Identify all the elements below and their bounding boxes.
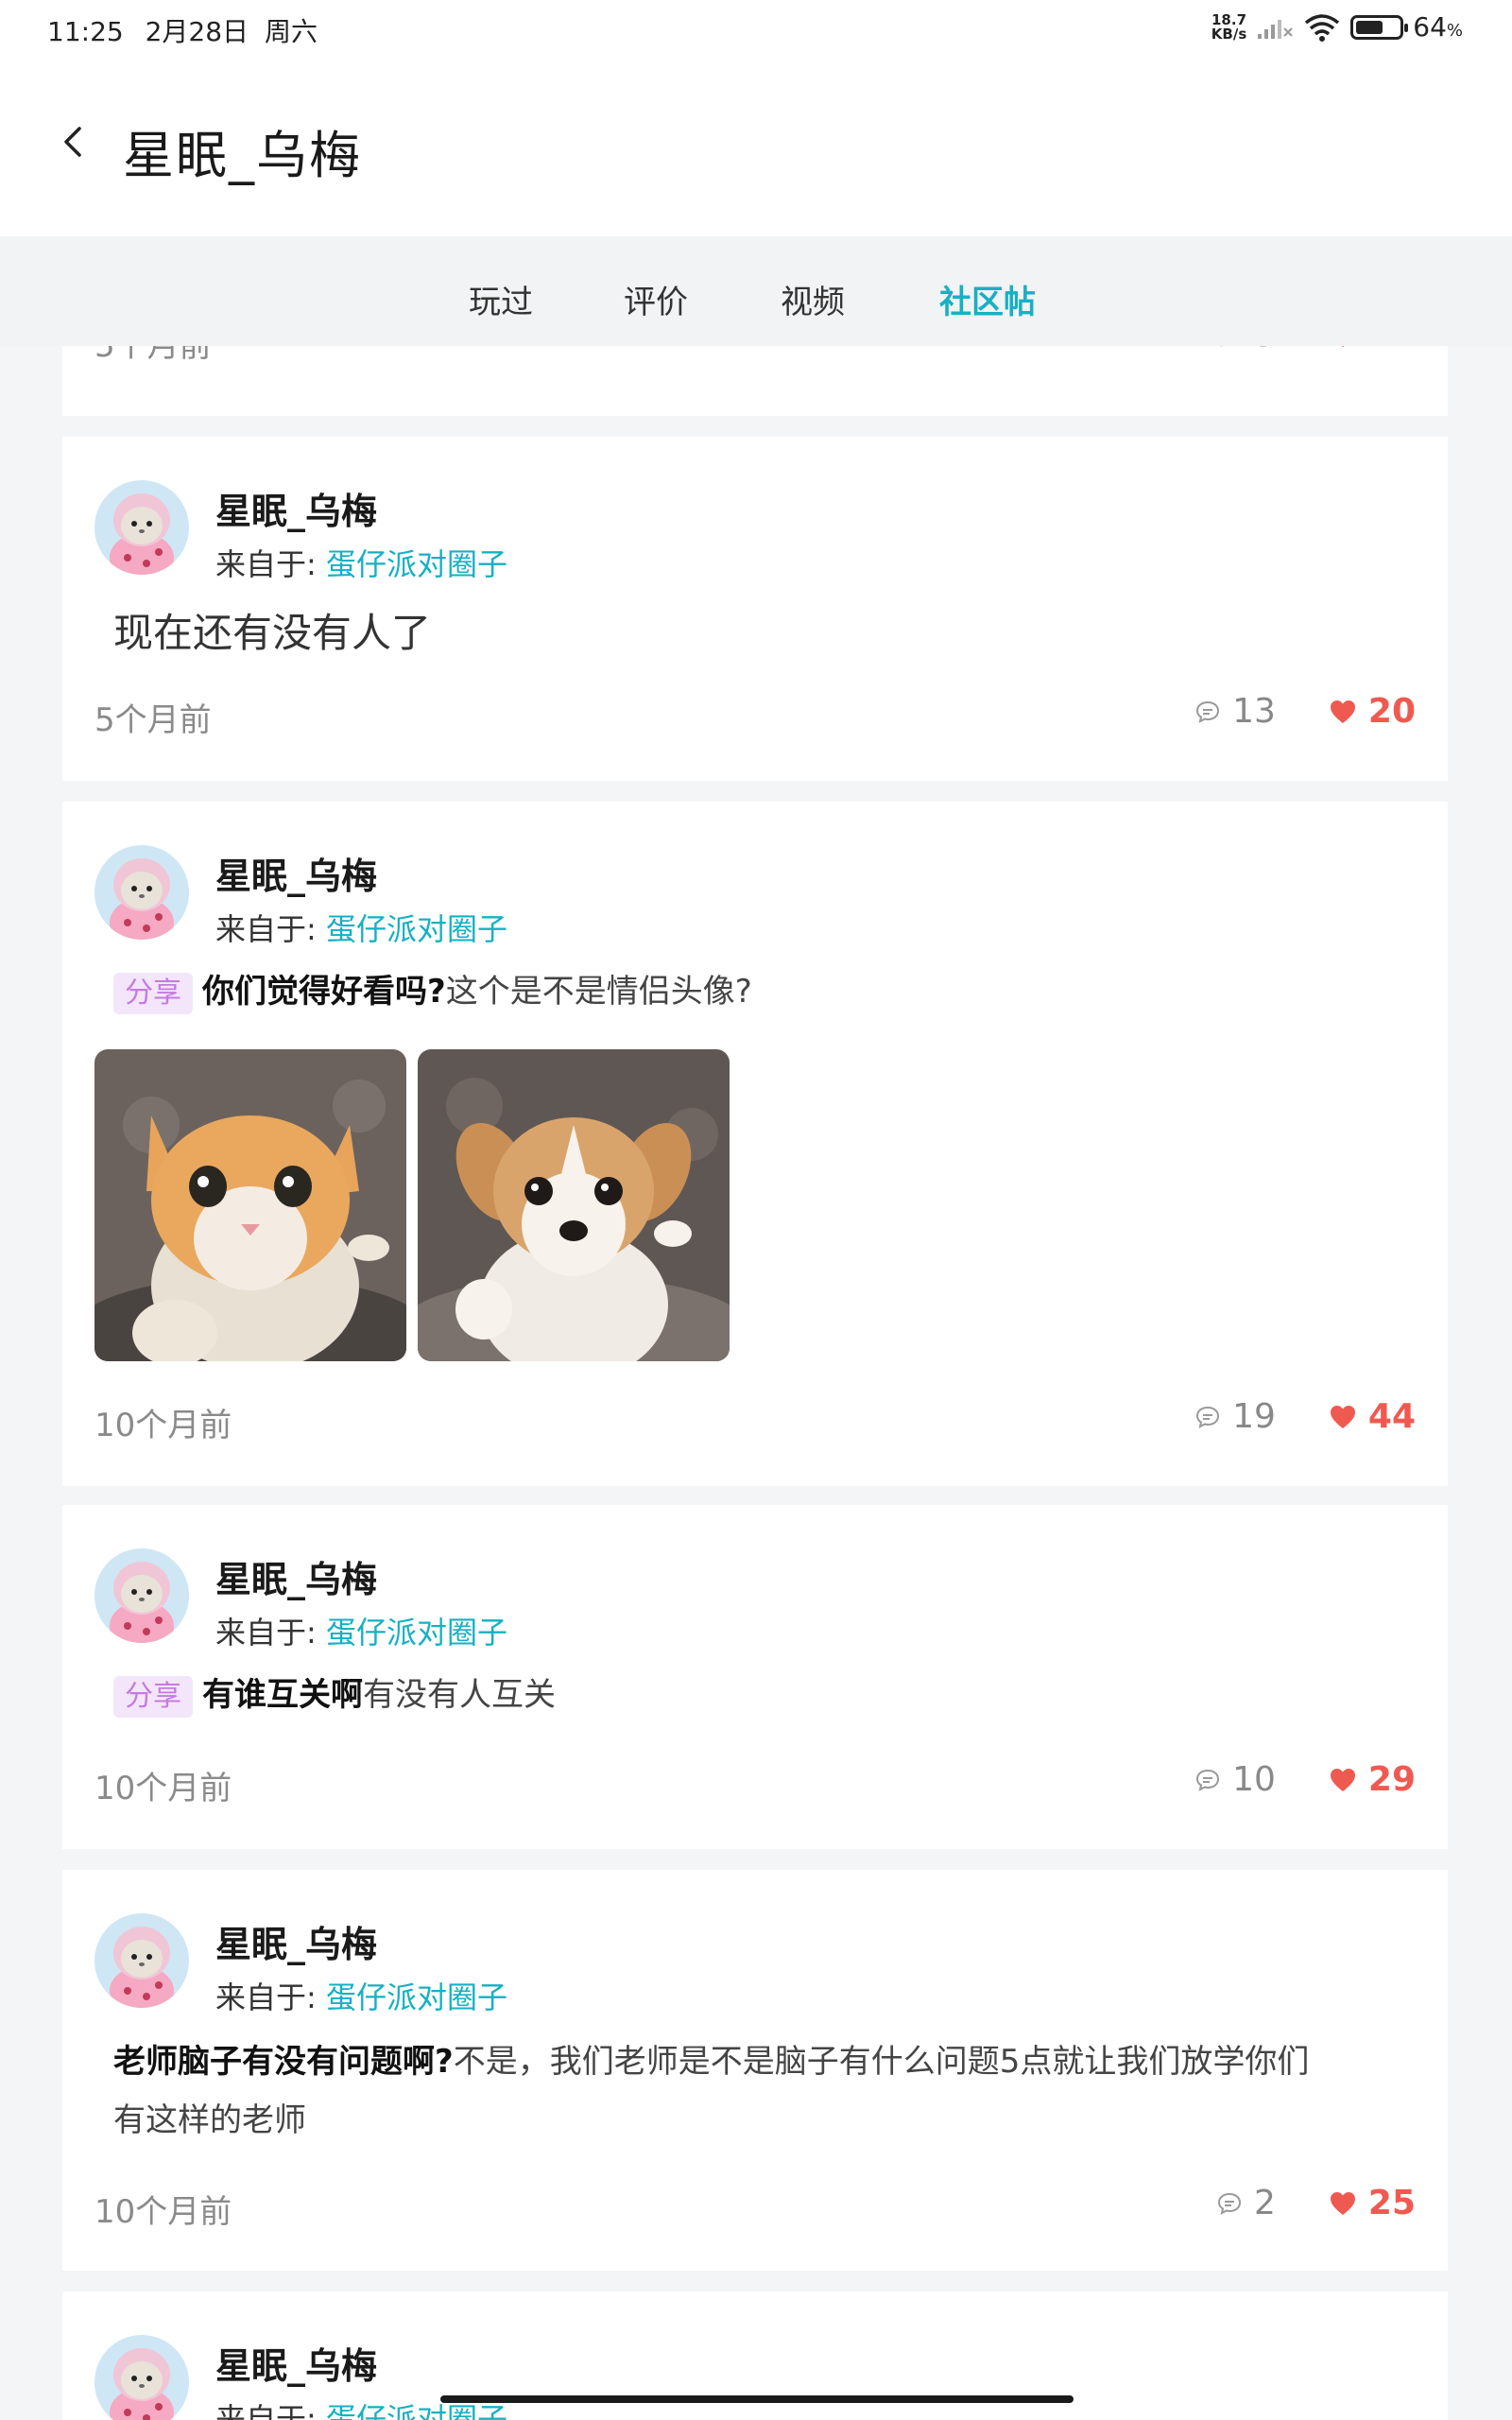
heart-icon: [1330, 1768, 1355, 1791]
like-count[interactable]: 20: [1329, 692, 1416, 731]
like-count[interactable]: 44: [1329, 1397, 1416, 1436]
author-name[interactable]: 星眠_乌梅: [215, 1915, 377, 1967]
app-header: 星眠_乌梅: [0, 59, 1512, 236]
like-count[interactable]: 29: [1329, 1760, 1416, 1799]
tab-reviews[interactable]: 评价: [624, 276, 688, 322]
status-bar: 11:25 2月28日 周六 18.7 KB/s 64%: [0, 0, 1512, 59]
post-title: 你们觉得好看吗?: [202, 973, 446, 1011]
page-title: 星眠_乌梅: [123, 126, 362, 185]
share-tag: 分享: [113, 973, 193, 1014]
post-stats: 19 44: [1194, 1397, 1416, 1436]
heart-icon: [1330, 1405, 1355, 1428]
tab-videos[interactable]: 视频: [781, 276, 845, 322]
chevron-left-icon: [64, 127, 81, 157]
post-text: 老师脑子有没有问题啊?不是，我们老师是不是脑子有什么问题5点就让我们放学你们 有…: [113, 2032, 1418, 2150]
like-count[interactable]: 25: [1329, 2184, 1416, 2222]
post-body: 这个是不是情侣头像?: [445, 973, 752, 1011]
circle-link[interactable]: 蛋仔派对圈子: [326, 1615, 507, 1651]
avatar[interactable]: [94, 2335, 189, 2420]
status-date: 2月28日: [145, 16, 249, 47]
net-speed: 18.7 KB/s: [1211, 10, 1247, 43]
post-text: 分享 你们觉得好看吗?这个是不是情侣头像?: [113, 962, 752, 1021]
circle-link[interactable]: 蛋仔派对圈子: [326, 1979, 507, 2015]
post-source: 来自于: 蛋仔派对圈子: [215, 1979, 507, 2015]
wifi-icon: [1305, 13, 1340, 42]
post-title: 老师脑子有没有问题啊?: [113, 2043, 454, 2081]
avatar[interactable]: [94, 1548, 189, 1643]
post-stats: 13 20: [1194, 692, 1416, 731]
status-time: 11:25: [47, 16, 124, 47]
tab-played[interactable]: 玩过: [469, 276, 533, 322]
post-card[interactable]: 星眠_乌梅 来自于: 蛋仔派对圈子 分享 有谁互关啊有没有人互关 10个月前 10…: [62, 1505, 1448, 1849]
home-indicator[interactable]: [440, 2395, 1074, 2403]
post-body: 有没有人互关: [363, 1676, 556, 1714]
battery-percent: 64%: [1413, 11, 1463, 43]
post-stats: 2 25: [1216, 2184, 1416, 2222]
orange-kitten-photo[interactable]: [94, 1049, 406, 1361]
comment-icon: [1196, 1406, 1220, 1428]
post-time: 5个月前: [94, 701, 212, 739]
post-body: 不是，我们老师是不是脑子有什么问题5点就让我们放学你们: [453, 2043, 1310, 2081]
comment-icon: [1217, 2192, 1241, 2215]
tab-bar: 玩过 评价 视频 社区帖: [0, 236, 1512, 346]
post-card[interactable]: 星眠_乌梅 来自于: 蛋仔派对圈子 老师脑子有没有问题啊?不是，我们老师是不是脑…: [62, 1870, 1448, 2271]
post-card[interactable]: 星眠_乌梅 来自于: 蛋仔派对圈子 分享你们觉得好看吗?这个是不是情侣头像?: [62, 802, 1448, 1486]
status-datetime: 11:25 2月28日 周六: [47, 11, 318, 49]
battery-level: [1356, 20, 1383, 34]
comment-count[interactable]: 2: [1216, 2184, 1276, 2222]
post-source: 来自于: 蛋仔派对圈子: [215, 1615, 507, 1651]
post-title: 有谁互关啊: [202, 1676, 363, 1714]
post-card[interactable]: 5个月前 5 21: [62, 346, 1448, 416]
status-icons: 18.7 KB/s 64%: [1211, 11, 1463, 43]
comment-icon: [1196, 1769, 1220, 1791]
circle-link[interactable]: 蛋仔派对圈子: [326, 2401, 507, 2420]
avatar[interactable]: [94, 845, 189, 940]
comment-icon: [1220, 346, 1222, 347]
heart-icon: [1342, 346, 1344, 347]
author-name[interactable]: 星眠_乌梅: [215, 2337, 377, 2389]
post-text: 现在还有没有人了: [113, 610, 432, 656]
comment-icon: [1196, 700, 1220, 723]
post-body-continued: 有这样的老师: [113, 2101, 306, 2139]
post-source: 来自于: 蛋仔派对圈子: [215, 911, 507, 947]
post-time: 10个月前: [94, 2193, 232, 2231]
post-source: 来自于: 蛋仔派对圈子: [215, 546, 507, 582]
cell-signal-icon: [1258, 19, 1293, 39]
post-stats: 5 21: [1216, 346, 1416, 354]
author-name[interactable]: 星眠_乌梅: [215, 847, 377, 899]
heart-icon: [1330, 700, 1355, 723]
avatar[interactable]: [94, 1913, 189, 2008]
puppy-photo[interactable]: [418, 1049, 730, 1361]
avatar[interactable]: [94, 480, 189, 575]
battery-icon: [1350, 14, 1409, 40]
share-tag: 分享: [113, 1676, 193, 1718]
status-weekday: 周六: [264, 16, 318, 47]
comment-count[interactable]: 5: [1216, 346, 1276, 354]
comment-count[interactable]: 19: [1194, 1397, 1276, 1436]
circle-link[interactable]: 蛋仔派对圈子: [326, 911, 507, 947]
comment-count[interactable]: 13: [1194, 692, 1276, 731]
heart-icon: [1330, 2191, 1355, 2215]
like-count[interactable]: 21: [1329, 346, 1416, 354]
post-stats: 10 29: [1194, 1760, 1416, 1799]
author-name[interactable]: 星眠_乌梅: [215, 1550, 377, 1602]
post-time: 10个月前: [94, 1407, 232, 1444]
circle-link[interactable]: 蛋仔派对圈子: [326, 546, 507, 582]
post-text: 分享 有谁互关啊有没有人互关: [113, 1666, 556, 1724]
post-list: 5个月前 5 21 星眠_乌梅 来自于: 蛋仔: [0, 346, 1512, 2420]
back-button[interactable]: [53, 113, 91, 170]
author-name[interactable]: 星眠_乌梅: [215, 482, 377, 534]
post-card[interactable]: 星眠_乌梅 来自于: 蛋仔派对圈子 现在还有没有人了 5个月前 13 20: [62, 437, 1448, 781]
comment-count[interactable]: 10: [1194, 1760, 1276, 1799]
post-time: 5个月前: [94, 346, 212, 365]
post-time: 10个月前: [94, 1770, 232, 1807]
tab-community-posts[interactable]: 社区帖: [939, 276, 1036, 322]
